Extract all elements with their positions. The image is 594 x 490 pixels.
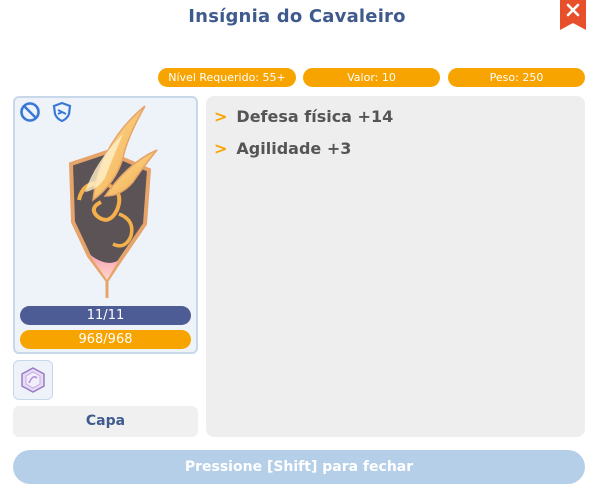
item-card: 11/11 968/968 [13, 96, 198, 354]
item-category-label: Capa [13, 406, 198, 437]
bullet-icon: > [214, 107, 228, 126]
item-stats: Nível Requerido: 55+ Valor: 10 Peso: 250 [0, 68, 594, 87]
description-line: > Agilidade +3 [214, 138, 577, 170]
knight-emblem-icon [68, 105, 158, 298]
description-line: > Defesa física +14 [214, 106, 577, 138]
close-hint-button[interactable]: Pressione [Shift] para fechar [13, 450, 585, 484]
durability-bar: 11/11 [20, 306, 191, 325]
weight-badge: Peso: 250 [448, 68, 585, 87]
window-title: Insígnia do Cavaleiro [188, 6, 406, 27]
experience-bar: 968/968 [20, 330, 191, 349]
item-description-panel: > Defesa física +14 > Agilidade +3 [206, 96, 585, 437]
description-text: Defesa física +14 [236, 107, 394, 126]
required-level-badge: Nível Requerido: 55+ [158, 68, 296, 87]
block-icon [20, 102, 40, 122]
card-slot-icon [21, 367, 45, 393]
description-text: Agilidade +3 [236, 139, 352, 158]
bullet-icon: > [214, 139, 228, 158]
value-badge: Valor: 10 [303, 68, 440, 87]
close-button[interactable] [560, 0, 586, 30]
card-slot[interactable] [13, 360, 53, 400]
close-icon [560, 0, 586, 30]
